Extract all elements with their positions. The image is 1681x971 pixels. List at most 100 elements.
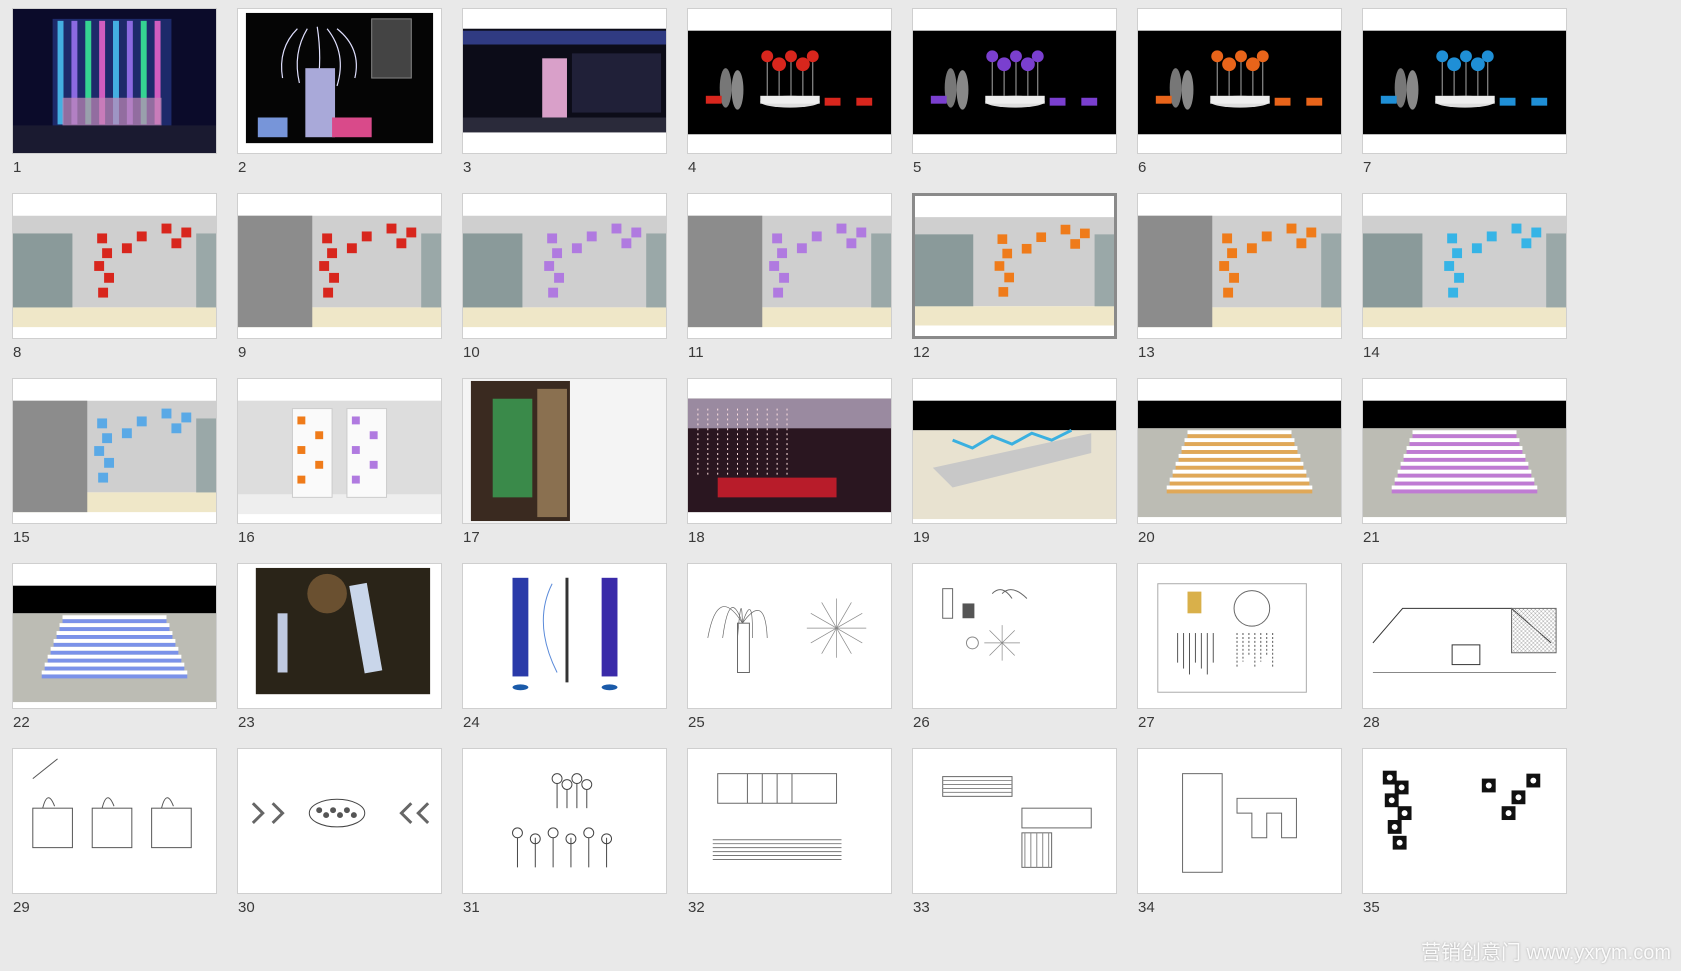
slide-number: 18 — [688, 529, 705, 546]
slide-thumbnail[interactable] — [12, 8, 217, 154]
slide-slot: 3 — [462, 0, 667, 180]
slide-thumbnail[interactable] — [12, 563, 217, 709]
slide-slot: 15 — [12, 370, 217, 550]
slide-slot: 4 — [687, 0, 892, 180]
slide-thumbnail[interactable] — [687, 8, 892, 154]
slide-thumbnail[interactable] — [912, 378, 1117, 524]
slide-number: 2 — [238, 159, 247, 176]
slide-slot: 6 — [1137, 0, 1342, 180]
slide-thumbnail[interactable] — [1137, 563, 1342, 709]
slide-slot: 35 — [1362, 740, 1567, 920]
slide-slot: 31 — [462, 740, 667, 920]
slide-preview-image — [913, 564, 1116, 708]
slide-preview-image — [688, 564, 891, 708]
slide-thumbnail[interactable] — [237, 563, 442, 709]
slide-thumbnail[interactable] — [912, 563, 1117, 709]
slide-slot: 29 — [12, 740, 217, 920]
slide-slot: 27 — [1137, 555, 1342, 735]
slide-number: 30 — [238, 899, 255, 916]
watermark-text: 营销创意门 www.yxrym.com — [1421, 942, 1671, 964]
slide-preview-image — [13, 749, 216, 893]
slide-thumbnail[interactable] — [912, 8, 1117, 154]
slide-thumbnail[interactable] — [12, 748, 217, 894]
slide-slot: 24 — [462, 555, 667, 735]
slide-thumbnail[interactable] — [687, 378, 892, 524]
slide-thumbnail[interactable] — [1362, 748, 1567, 894]
slide-thumbnail[interactable] — [462, 563, 667, 709]
slide-preview-image — [688, 749, 891, 893]
slide-slot: 34 — [1137, 740, 1342, 920]
slide-number: 35 — [1363, 899, 1380, 916]
slide-preview-image — [13, 194, 216, 338]
slide-thumbnail[interactable] — [462, 193, 667, 339]
slide-number: 6 — [1138, 159, 1147, 176]
slide-preview-image — [1138, 194, 1341, 338]
slide-thumbnail[interactable] — [12, 378, 217, 524]
slide-slot: 10 — [462, 185, 667, 365]
slide-number: 10 — [463, 344, 480, 361]
slide-thumbnail[interactable] — [237, 748, 442, 894]
slide-thumbnail[interactable] — [462, 748, 667, 894]
slide-number: 33 — [913, 899, 930, 916]
slide-number: 25 — [688, 714, 705, 731]
slide-preview-image — [13, 9, 216, 153]
slide-number: 13 — [1138, 344, 1155, 361]
slide-slot: 11 — [687, 185, 892, 365]
slide-thumbnail[interactable] — [687, 193, 892, 339]
slide-preview-image — [1363, 194, 1566, 338]
slide-preview-image — [238, 194, 441, 338]
slide-thumbnail[interactable] — [1137, 748, 1342, 894]
slide-preview-image — [1138, 564, 1341, 708]
slide-thumbnail[interactable] — [12, 193, 217, 339]
slide-thumbnail[interactable] — [237, 378, 442, 524]
slide-slot: 1 — [12, 0, 217, 180]
slide-preview-image — [1363, 379, 1566, 523]
slide-slot: 9 — [237, 185, 442, 365]
slide-preview-image — [238, 379, 441, 523]
slide-preview-image — [913, 379, 1116, 523]
slide-number: 3 — [463, 159, 472, 176]
slide-slot: 19 — [912, 370, 1117, 550]
slide-preview-image — [915, 196, 1114, 336]
slide-slot: 12 — [912, 185, 1117, 365]
slide-preview-image — [688, 9, 891, 153]
slide-thumbnail[interactable] — [1137, 193, 1342, 339]
slide-number: 32 — [688, 899, 705, 916]
slide-thumbnail[interactable] — [237, 8, 442, 154]
slide-number: 7 — [1363, 159, 1372, 176]
slide-number: 14 — [1363, 344, 1380, 361]
slide-number: 24 — [463, 714, 480, 731]
slide-preview-image — [463, 749, 666, 893]
slide-thumbnail[interactable] — [1362, 193, 1567, 339]
slide-slot: 21 — [1362, 370, 1567, 550]
slide-thumbnail[interactable] — [912, 193, 1117, 339]
slide-number: 4 — [688, 159, 697, 176]
slide-thumbnail[interactable] — [1362, 563, 1567, 709]
slide-slot: 2 — [237, 0, 442, 180]
slide-thumbnail[interactable] — [1362, 8, 1567, 154]
slide-sorter-grid: 1 2 3 4 5 6 7 8 9 10 11 12 13 14 15 16 17 18 19 20 21 22 23 24 2… — [0, 0, 1681, 971]
slide-thumbnail[interactable] — [462, 8, 667, 154]
slide-preview-image — [238, 9, 441, 153]
slide-thumbnail[interactable] — [912, 748, 1117, 894]
slide-number: 15 — [13, 529, 30, 546]
slide-number: 23 — [238, 714, 255, 731]
slide-number: 22 — [13, 714, 30, 731]
slide-thumbnail[interactable] — [687, 748, 892, 894]
slide-number: 19 — [913, 529, 930, 546]
slide-slot: 17 — [462, 370, 667, 550]
slide-thumbnail[interactable] — [687, 563, 892, 709]
slide-thumbnail[interactable] — [1137, 8, 1342, 154]
slide-slot: 25 — [687, 555, 892, 735]
slide-number: 20 — [1138, 529, 1155, 546]
slide-thumbnail[interactable] — [1362, 378, 1567, 524]
slide-number: 34 — [1138, 899, 1155, 916]
slide-preview-image — [463, 379, 666, 523]
slide-thumbnail[interactable] — [1137, 378, 1342, 524]
slide-thumbnail[interactable] — [462, 378, 667, 524]
slide-thumbnail[interactable] — [237, 193, 442, 339]
slide-preview-image — [1363, 9, 1566, 153]
slide-preview-image — [13, 564, 216, 708]
slide-preview-image — [463, 194, 666, 338]
slide-number: 5 — [913, 159, 922, 176]
